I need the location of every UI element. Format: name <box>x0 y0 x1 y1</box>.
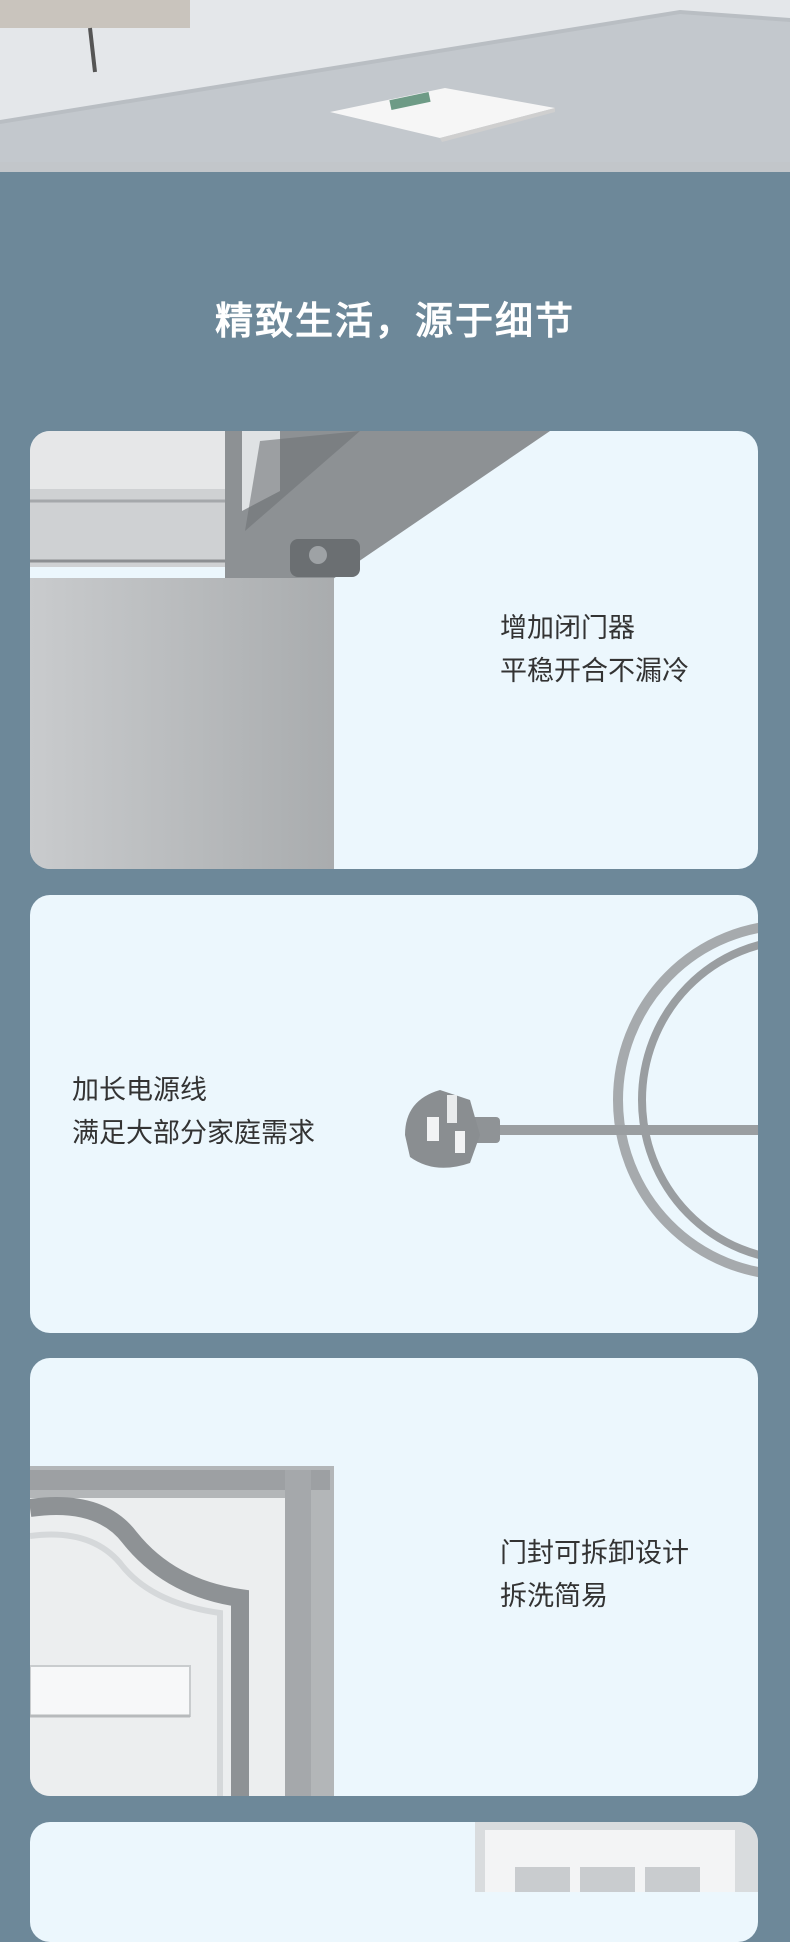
feature-line-2: 满足大部分家庭需求 <box>72 1118 315 1149</box>
feature-line-1: 门封可拆卸设计 <box>500 1538 689 1569</box>
feature-line-2: 拆洗简易 <box>500 1581 608 1612</box>
feature-text-door-seal: 门封可拆卸设计 拆洗简易 <box>500 1532 689 1618</box>
feature-line-2: 平稳开合不漏冷 <box>500 656 689 687</box>
feature-text-door-closer: 增加闭门器 平稳开合不漏冷 <box>500 607 689 693</box>
feature-line-1: 增加闭门器 <box>500 613 635 644</box>
section-title: 精致生活，源于细节 <box>214 299 575 343</box>
feature-card-partial <box>30 1822 758 1942</box>
living-room-illustration <box>0 0 790 172</box>
feature-card-door-seal: 门封可拆卸设计 拆洗简易 <box>30 1358 758 1796</box>
feature-line-1: 加长电源线 <box>72 1075 207 1106</box>
feature-card-door-closer: 增加闭门器 平稳开合不漏冷 <box>30 431 758 869</box>
lifestyle-photo <box>0 0 790 172</box>
feature-card-power-cord: 加长电源线 满足大部分家庭需求 <box>30 895 758 1333</box>
feature-text-power-cord: 加长电源线 满足大部分家庭需求 <box>72 1069 315 1155</box>
fridge-interior-illustration <box>475 1822 758 1892</box>
